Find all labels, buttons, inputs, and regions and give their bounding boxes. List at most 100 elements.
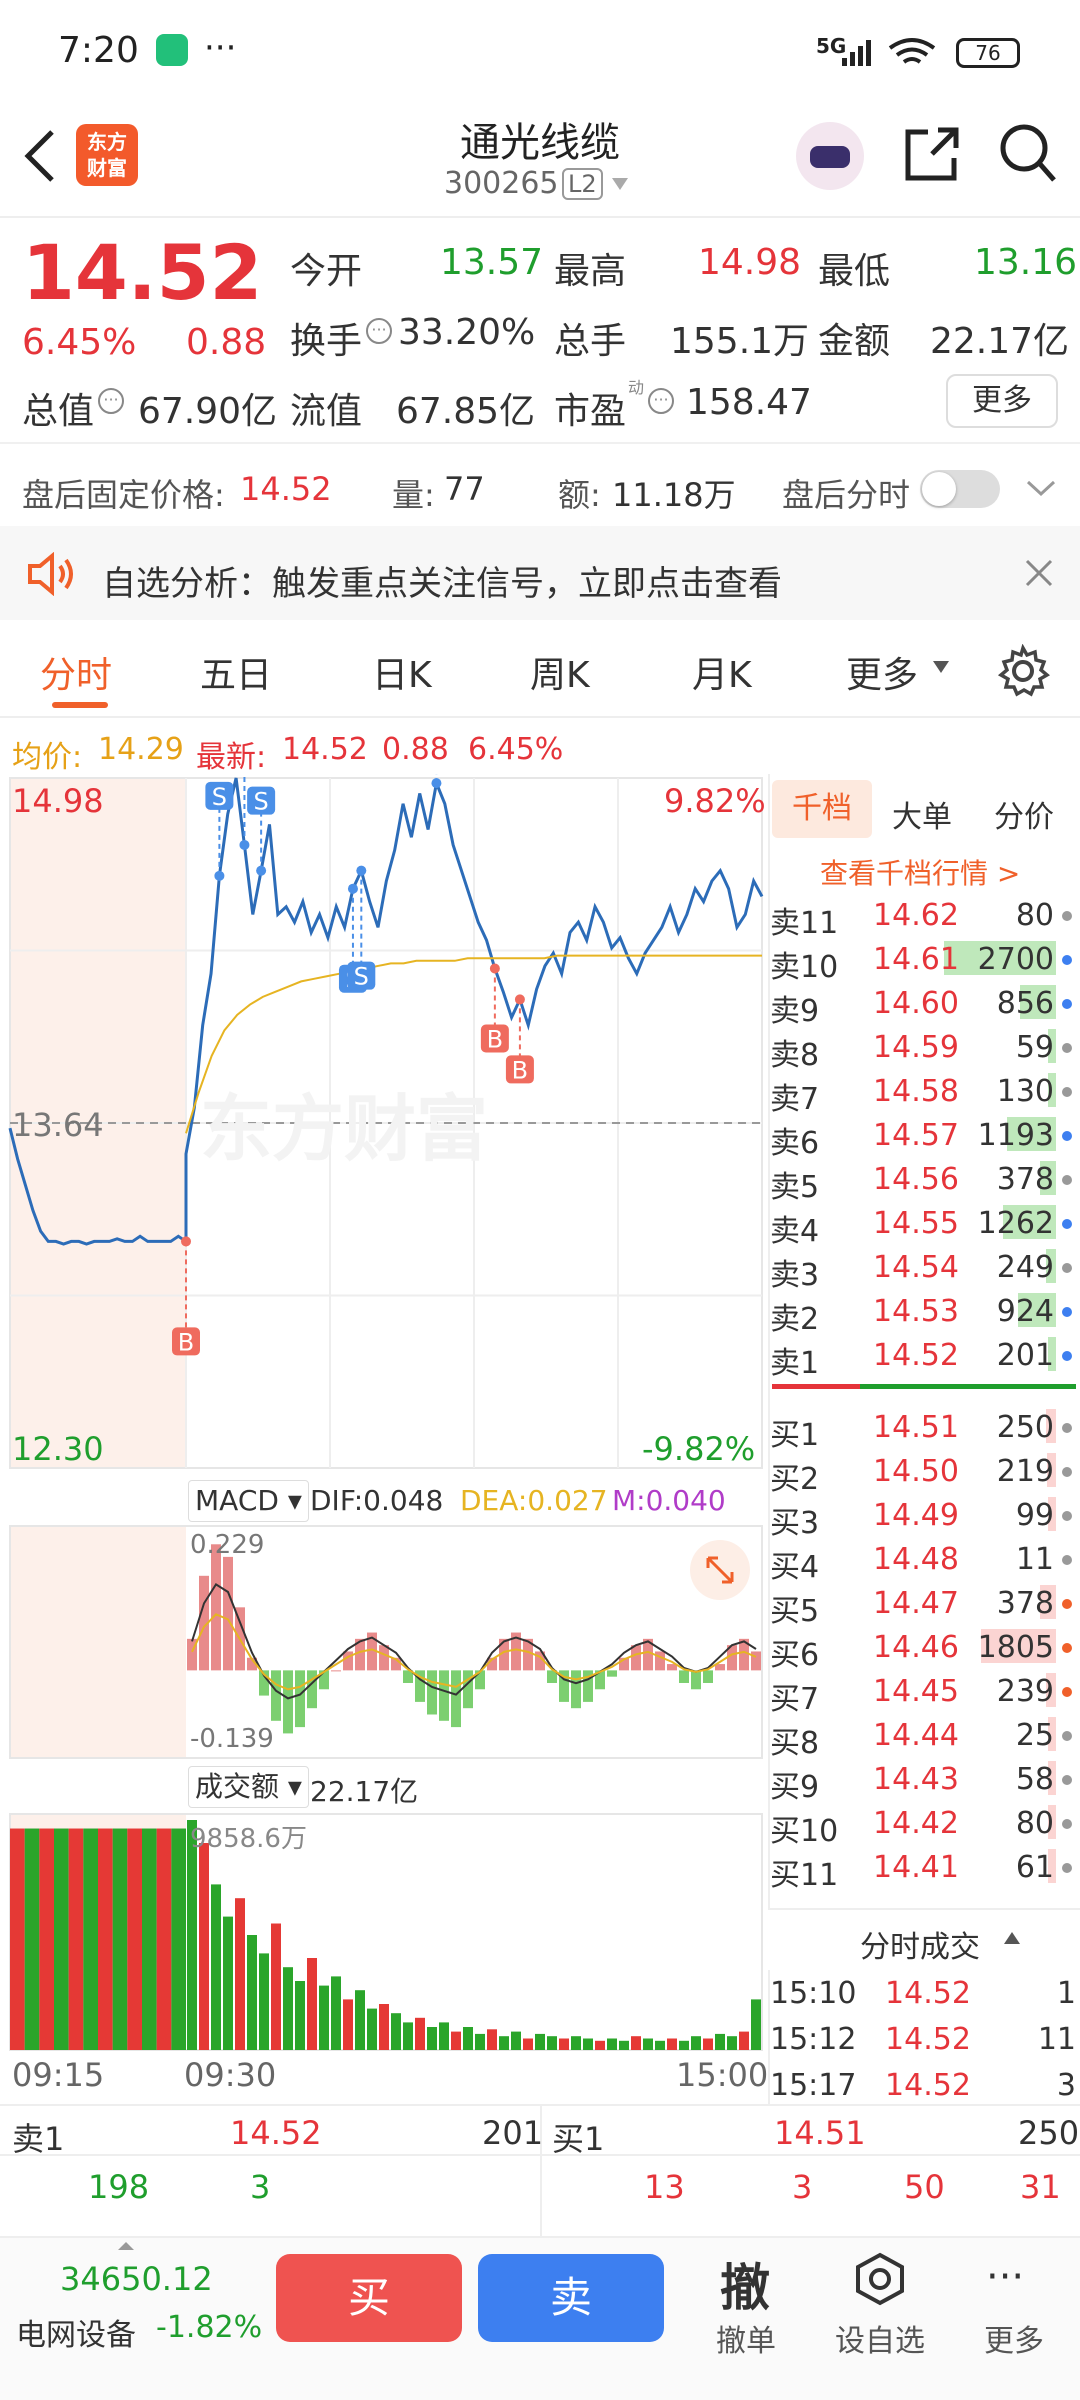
- bid-row[interactable]: 买8 14.44 25: [768, 1714, 1080, 1761]
- share-icon[interactable]: [902, 124, 962, 184]
- bid-row[interactable]: 买1 14.51 250: [768, 1406, 1080, 1453]
- volume-label: 总手: [554, 321, 627, 362]
- macd-selector[interactable]: MACD ▾: [188, 1480, 309, 1522]
- cancel-order-label[interactable]: 撤单: [686, 2316, 806, 2360]
- ask-row[interactable]: 卖10 14.61 2700: [768, 938, 1080, 985]
- add-watchlist-label[interactable]: 设自选: [820, 2316, 940, 2360]
- volume-bar: [643, 2038, 653, 2050]
- tab-monthly-k[interactable]: 月K: [692, 646, 752, 698]
- macd-bar: [703, 1670, 713, 1683]
- trades-title: 分时成交: [860, 1930, 980, 1965]
- tab-price-dist[interactable]: 分价: [994, 792, 1054, 836]
- gear-icon[interactable]: [996, 644, 1050, 698]
- tab-level-book[interactable]: 千档: [772, 780, 872, 838]
- bid-row[interactable]: 买5 14.47 378: [768, 1582, 1080, 1629]
- buy-button[interactable]: 买: [276, 2254, 462, 2342]
- bid-indicator-dot: [1062, 1423, 1072, 1433]
- search-icon[interactable]: [998, 122, 1058, 186]
- bid-volume: 250: [996, 1410, 1054, 1445]
- bid-row[interactable]: 买10 14.42 80: [768, 1802, 1080, 1849]
- ask-price: 14.54: [873, 1250, 959, 1285]
- volume-bar: [595, 2040, 605, 2050]
- index-name[interactable]: 电网设备: [16, 2310, 136, 2354]
- volume-selector[interactable]: 成交额 ▾: [188, 1766, 309, 1808]
- view-full-book-link[interactable]: 查看千档行情 >: [820, 852, 1020, 892]
- pull-up-icon[interactable]: [116, 2240, 136, 2252]
- assistant-avatar[interactable]: [796, 122, 864, 190]
- tab-weekly-k[interactable]: 周K: [530, 646, 590, 698]
- bid-row[interactable]: 买9 14.43 58: [768, 1758, 1080, 1805]
- tab-five-day[interactable]: 五日: [200, 646, 272, 698]
- bid-volume: 11: [1015, 1542, 1054, 1577]
- signal-point: [181, 1236, 191, 1247]
- more-label[interactable]: 更多: [954, 2316, 1074, 2360]
- tab-more[interactable]: 更多: [846, 646, 918, 698]
- summary-ask-vol: 201: [482, 2114, 544, 2152]
- ask-row[interactable]: 卖7 14.58 130: [768, 1070, 1080, 1117]
- ask-volume: 1262: [977, 1206, 1054, 1241]
- dropdown-icon[interactable]: [610, 176, 630, 192]
- after-hours-toggle[interactable]: [920, 470, 1000, 508]
- close-icon[interactable]: [1024, 558, 1054, 588]
- mktcap-label: 总值: [22, 391, 95, 432]
- volume-bar: [355, 1990, 365, 2050]
- bid-row[interactable]: 买7 14.45 239: [768, 1670, 1080, 1717]
- ask-price: 14.53: [873, 1294, 959, 1329]
- bid-row[interactable]: 买11 14.41 61: [768, 1846, 1080, 1893]
- bid-volume: 58: [1015, 1762, 1054, 1797]
- bid-indicator-dot: [1062, 1775, 1072, 1785]
- more-quote-button[interactable]: 更多: [946, 374, 1058, 428]
- ask-row[interactable]: 卖8 14.59 59: [768, 1026, 1080, 1073]
- ask-row[interactable]: 卖2 14.53 924: [768, 1290, 1080, 1337]
- info-icon[interactable]: ···: [366, 318, 392, 344]
- tab-daily-k[interactable]: 日K: [372, 646, 432, 698]
- volume-bar: [583, 2038, 593, 2050]
- trades-header[interactable]: 分时成交: [768, 1910, 1080, 1970]
- signal-label: S: [212, 783, 227, 811]
- volume-bar: [715, 2033, 725, 2050]
- dropdown-icon[interactable]: [932, 660, 950, 674]
- bid-row[interactable]: 买4 14.48 11: [768, 1538, 1080, 1585]
- ask-indicator-dot: [1062, 955, 1072, 965]
- ask-volume: 249: [996, 1250, 1054, 1285]
- ask-row[interactable]: 卖9 14.60 856: [768, 982, 1080, 1029]
- tab-big-orders[interactable]: 大单: [892, 792, 952, 836]
- ask-row[interactable]: 卖4 14.55 1262: [768, 1202, 1080, 1249]
- pe-dynamic-sup: 动: [628, 378, 645, 397]
- macd-bottom-label: -0.139: [190, 1724, 274, 1754]
- bid-row[interactable]: 买6 14.46 1805: [768, 1626, 1080, 1673]
- tab-intraday[interactable]: 分时: [40, 646, 112, 698]
- ask-row[interactable]: 卖5 14.56 378: [768, 1158, 1080, 1205]
- ask-indicator-dot: [1062, 1219, 1072, 1229]
- notice-text[interactable]: 自选分析：触发重点关注信号，立即点击查看: [102, 556, 782, 605]
- info-icon[interactable]: ···: [648, 388, 674, 414]
- bid-level-label: 买4: [770, 1550, 820, 1585]
- cancel-order-icon[interactable]: 撤: [720, 2248, 770, 2320]
- info-icon[interactable]: ···: [98, 388, 124, 414]
- chevron-down-icon[interactable]: [1026, 478, 1056, 498]
- ask-volume: 201: [996, 1338, 1054, 1373]
- collapse-icon[interactable]: [1002, 1930, 1022, 1946]
- watchlist-icon[interactable]: [854, 2252, 906, 2306]
- volume-bar: [619, 2040, 629, 2050]
- index-change[interactable]: -1.82%: [156, 2310, 262, 2345]
- signal-point: [489, 963, 500, 974]
- summary-ask-price: 14.52: [230, 2114, 322, 2152]
- ask-row[interactable]: 卖11 14.62 80: [768, 894, 1080, 941]
- active-tab-indicator: [52, 702, 108, 708]
- ask-row[interactable]: 卖6 14.57 1193: [768, 1114, 1080, 1161]
- bid-row[interactable]: 买2 14.50 219: [768, 1450, 1080, 1497]
- expand-icon[interactable]: [690, 1540, 750, 1600]
- more-notifications-icon: ···: [204, 28, 237, 68]
- sell-button[interactable]: 卖: [478, 2254, 664, 2342]
- volume-bar: [427, 2027, 437, 2050]
- ask-row[interactable]: 卖1 14.52 201: [768, 1334, 1080, 1381]
- change-amount: 0.88: [186, 322, 267, 363]
- more-icon[interactable]: ···: [986, 2254, 1024, 2300]
- level2-badge[interactable]: L2: [562, 168, 603, 200]
- volume-bar: [751, 1999, 761, 2050]
- signal-point: [256, 865, 267, 876]
- index-value[interactable]: 34650.12: [60, 2260, 213, 2298]
- bid-row[interactable]: 买3 14.49 99: [768, 1494, 1080, 1541]
- ask-row[interactable]: 卖3 14.54 249: [768, 1246, 1080, 1293]
